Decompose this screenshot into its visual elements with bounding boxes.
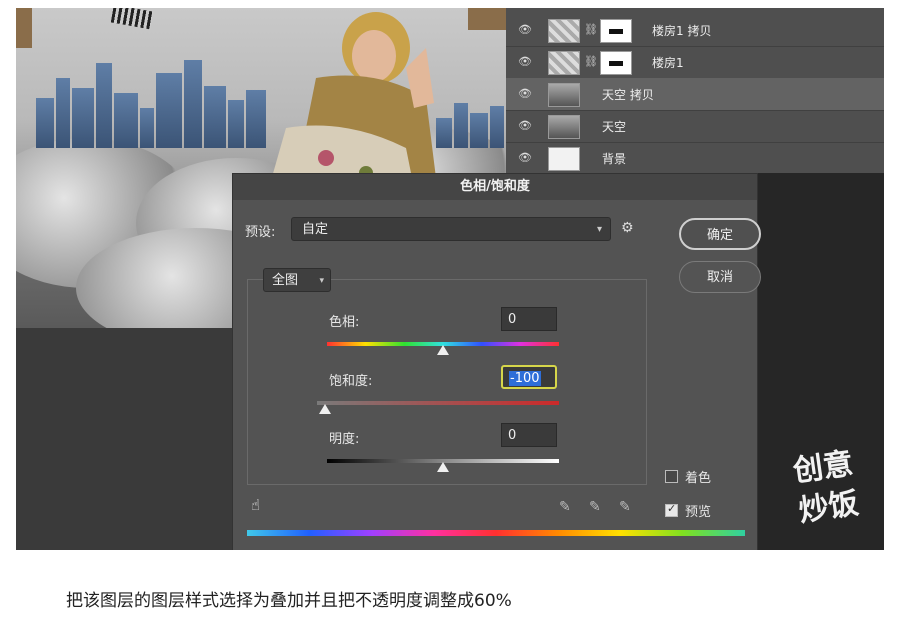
article-caption: 把该图层的图层样式选择为叠加并且把不透明度调整成60%: [66, 591, 512, 611]
lightness-slider-thumb[interactable]: [437, 462, 449, 472]
preset-label: 预设:: [245, 225, 276, 240]
channel-dropdown[interactable]: 全图 ▾: [263, 268, 331, 292]
preview-label: 预览: [685, 505, 712, 520]
targeted-adjustment-hand-icon[interactable]: ☝: [251, 496, 260, 514]
ok-button[interactable]: 确定: [679, 218, 761, 250]
layer-mask-thumbnail[interactable]: [600, 19, 632, 43]
city-skyline: [36, 58, 266, 148]
layer-name: 楼房1: [652, 56, 684, 70]
photoshop-screenshot: 👁 ⛓ 楼房1 拷贝 👁 ⛓ 楼房1 👁 天空 拷贝 👁 天空 👁 背景 色相/…: [16, 8, 884, 550]
layer-thumbnail: [548, 51, 580, 75]
saturation-label: 饱和度:: [329, 374, 373, 389]
hue-input[interactable]: 0: [501, 307, 557, 331]
layer-name: 背景: [602, 152, 627, 166]
canvas-dark-area: [16, 328, 232, 550]
hue-saturation-dialog: 色相/饱和度 预设: 自定 ▾ ⚙ 确定 取消 全图 ▾ 色相: 0 饱和度: …: [232, 173, 761, 550]
eye-icon[interactable]: 👁: [518, 23, 532, 37]
channel-value: 全图: [272, 273, 299, 288]
layer-thumbnail: [548, 19, 580, 43]
preset-dropdown[interactable]: 自定 ▾: [291, 217, 611, 241]
layers-panel: 👁 ⛓ 楼房1 拷贝 👁 ⛓ 楼房1 👁 天空 拷贝 👁 天空 👁 背景: [506, 8, 884, 175]
saturation-value: -100: [509, 371, 541, 386]
hue-slider-thumb[interactable]: [437, 345, 449, 355]
link-icon[interactable]: ⛓: [584, 55, 598, 68]
gear-icon[interactable]: ⚙: [621, 220, 634, 236]
colorize-checkbox[interactable]: [665, 470, 678, 483]
layer-name: 天空: [602, 120, 627, 134]
colorize-label: 着色: [685, 471, 712, 486]
eyedropper-plus-icon[interactable]: ✎: [589, 499, 601, 515]
eye-icon[interactable]: 👁: [518, 87, 532, 101]
saturation-input[interactable]: -100: [501, 365, 557, 389]
eye-icon[interactable]: 👁: [518, 151, 532, 165]
eyedropper-minus-icon[interactable]: ✎: [619, 499, 631, 515]
adjustment-group: [247, 279, 647, 485]
striped-object: [110, 8, 154, 30]
eye-icon[interactable]: 👁: [518, 55, 532, 69]
dialog-title[interactable]: 色相/饱和度: [233, 174, 757, 200]
lightness-input[interactable]: 0: [501, 423, 557, 447]
layer-thumbnail: [548, 115, 580, 139]
layer-mask-thumbnail[interactable]: [600, 51, 632, 75]
layer-row[interactable]: 👁 背景: [506, 142, 884, 175]
layer-name: 楼房1 拷贝: [652, 24, 712, 38]
watermark-logo: 创意 炒饭: [791, 446, 861, 529]
cancel-button[interactable]: 取消: [679, 261, 761, 293]
chevron-down-icon: ▾: [319, 276, 324, 286]
lightness-label: 明度:: [329, 432, 360, 447]
preset-value: 自定: [302, 222, 329, 237]
link-icon[interactable]: ⛓: [584, 23, 598, 36]
eyedropper-icon[interactable]: ✎: [559, 499, 571, 515]
eye-icon[interactable]: 👁: [518, 119, 532, 133]
chevron-down-icon: ▾: [596, 224, 602, 235]
saturation-slider-track[interactable]: [317, 401, 559, 405]
layer-row[interactable]: 👁 天空: [506, 110, 884, 143]
layer-row-selected[interactable]: 👁 天空 拷贝: [506, 78, 884, 111]
saturation-slider-thumb[interactable]: [319, 404, 331, 414]
woman-figure: [266, 12, 436, 198]
layer-row[interactable]: 👁 ⛓ 楼房1 拷贝: [506, 14, 884, 47]
layer-name: 天空 拷贝: [602, 88, 654, 102]
preview-checkbox[interactable]: [665, 502, 678, 517]
photo-fragment: [16, 8, 32, 48]
layer-thumbnail: [548, 147, 580, 171]
photo-fragment: [468, 8, 508, 30]
layer-thumbnail: [548, 83, 580, 107]
hue-label: 色相:: [329, 315, 360, 330]
layer-row[interactable]: 👁 ⛓ 楼房1: [506, 46, 884, 79]
color-spectrum-bar: [247, 530, 745, 536]
